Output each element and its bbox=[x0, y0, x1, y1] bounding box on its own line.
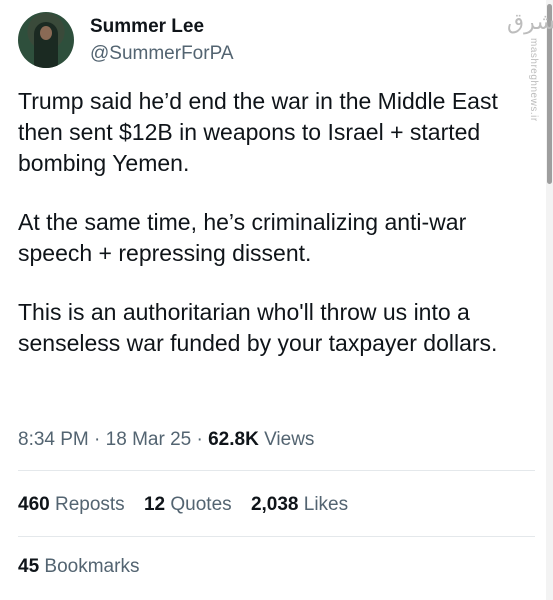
tweet-body: Trump said he’d end the war in the Middl… bbox=[18, 86, 528, 387]
author-names: Summer Lee @SummerForPA bbox=[90, 14, 234, 66]
likes-label: Likes bbox=[303, 494, 349, 515]
watermark-logo: مشرق bbox=[507, 9, 553, 34]
reposts-count: 460 bbox=[18, 494, 50, 515]
avatar[interactable] bbox=[18, 12, 74, 68]
tweet-time[interactable]: 8:34 PM bbox=[18, 429, 89, 450]
likes-link[interactable]: 2,038 Likes bbox=[251, 494, 348, 515]
meta-separator: · bbox=[196, 429, 203, 450]
tweet-meta: 8:34 PM · 18 Mar 25 · 62.8K Views bbox=[18, 428, 314, 452]
divider bbox=[18, 536, 535, 537]
divider bbox=[18, 470, 535, 471]
reposts-link[interactable]: 460 Reposts bbox=[18, 494, 130, 515]
quotes-label: Quotes bbox=[170, 494, 232, 515]
scrollbar[interactable] bbox=[546, 0, 553, 600]
engagement-stats: 460 Reposts 12 Quotes 2,038 Likes bbox=[18, 493, 362, 517]
views-count: 62.8K bbox=[208, 429, 259, 450]
bookmarks-count: 45 bbox=[18, 556, 40, 577]
bookmarks-link[interactable]: 45 Bookmarks bbox=[18, 555, 139, 579]
quotes-link[interactable]: 12 Quotes bbox=[144, 494, 237, 515]
tweet-paragraph: This is an authoritarian who'll throw us… bbox=[18, 299, 498, 356]
views-label: Views bbox=[264, 429, 315, 450]
watermark-site: mashreghnews.ir bbox=[528, 38, 539, 122]
tweet-paragraph: At the same time, he’s criminalizing ant… bbox=[18, 209, 467, 266]
author-handle[interactable]: @SummerForPA bbox=[90, 42, 234, 66]
likes-count: 2,038 bbox=[250, 494, 299, 515]
quotes-count: 12 bbox=[143, 494, 166, 515]
bookmarks-label: Bookmarks bbox=[44, 556, 140, 577]
tweet-paragraph: Trump said he’d end the war in the Middl… bbox=[18, 88, 498, 176]
tweet-date[interactable]: 18 Mar 25 bbox=[106, 429, 192, 450]
reposts-label: Reposts bbox=[54, 494, 125, 515]
avatar-face bbox=[40, 26, 52, 40]
meta-separator: · bbox=[94, 429, 101, 450]
tweet-header: Summer Lee @SummerForPA bbox=[18, 12, 234, 68]
author-display-name[interactable]: Summer Lee bbox=[90, 16, 234, 38]
